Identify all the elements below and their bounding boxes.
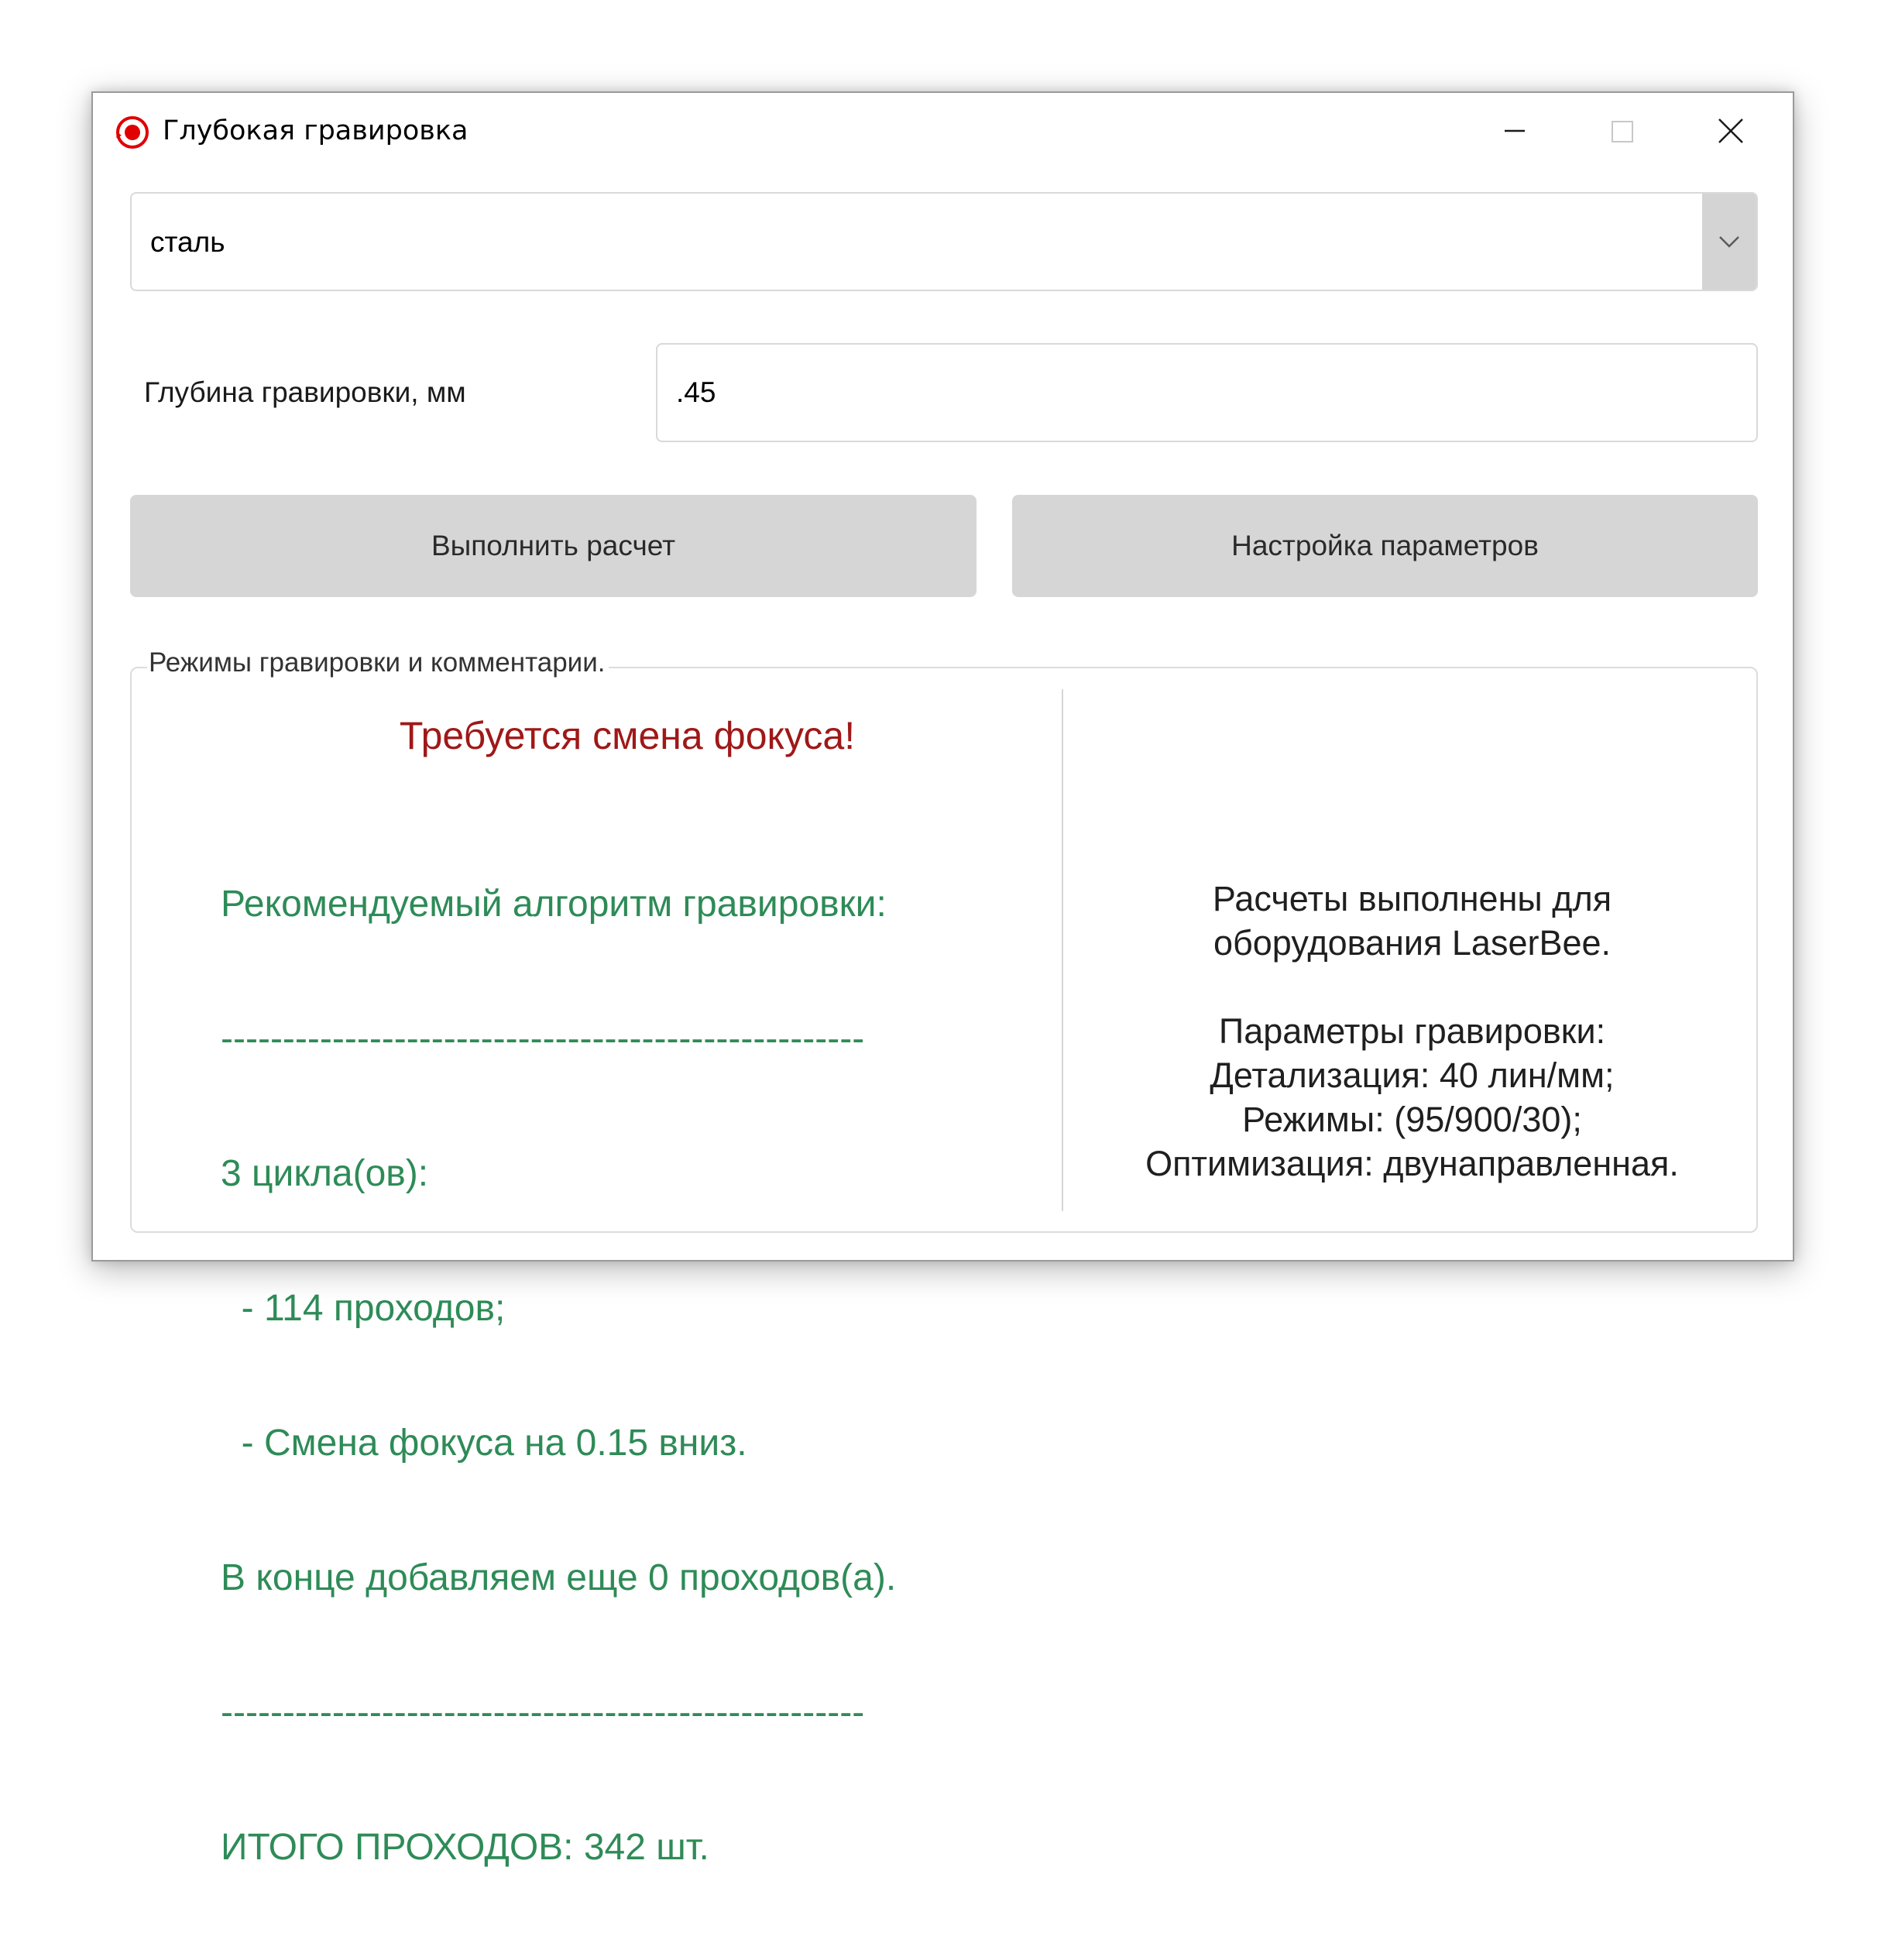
algorithm-line: - 114 проходов; — [221, 1288, 506, 1329]
info-line: Расчеты выполнены для — [1212, 879, 1612, 918]
info-line: оборудования LaserBee. — [1213, 923, 1612, 963]
algorithm-line: ----------------------------------------… — [221, 1018, 865, 1059]
calculate-button[interactable]: Выполнить расчет — [130, 495, 977, 597]
algorithm-text: Рекомендуемый алгоритм гравировки: -----… — [221, 792, 1042, 1960]
close-icon — [1718, 118, 1743, 143]
focus-warning: Требуется смена фокуса! — [399, 714, 856, 757]
algorithm-line: 3 цикла(ов): — [221, 1153, 429, 1194]
chevron-down-icon — [1719, 236, 1739, 248]
minimize-button[interactable] — [1460, 93, 1568, 167]
algorithm-line: Рекомендуемый алгоритм гравировки: — [221, 884, 887, 925]
algorithm-line: ----------------------------------------… — [221, 1692, 865, 1733]
algorithm-line: - Смена фокуса на 0.15 вниз. — [221, 1423, 747, 1464]
algorithm-line: В конце добавляем еще 0 проходов(а). — [221, 1557, 897, 1598]
material-select-value: сталь — [150, 226, 225, 258]
minimize-icon — [1505, 129, 1525, 132]
info-line: Оптимизация: двунаправленная. — [1145, 1144, 1679, 1183]
maximize-icon — [1612, 121, 1633, 142]
results-divider — [1062, 689, 1063, 1211]
record-icon — [115, 115, 150, 150]
close-button[interactable] — [1677, 93, 1785, 167]
settings-button[interactable]: Настройка параметров — [1012, 495, 1758, 597]
material-select[interactable]: сталь — [130, 192, 1758, 291]
window-title: Глубокая гравировка — [163, 115, 469, 146]
depth-label: Глубина гравировки, мм — [144, 376, 466, 408]
algorithm-line: ИТОГО ПРОХОДОВ: 342 шт. — [221, 1827, 709, 1868]
app-window: Глубокая гравировка сталь Глубина гравир… — [91, 91, 1794, 1868]
maximize-button[interactable] — [1568, 93, 1677, 167]
info-line — [1066, 965, 1758, 1009]
info-line: Детализация: 40 лин/мм; — [1210, 1056, 1615, 1095]
info-line: Режимы: (95/900/30); — [1242, 1100, 1582, 1139]
depth-input[interactable] — [656, 343, 1758, 442]
title-bar[interactable]: Глубокая гравировка — [93, 93, 1793, 167]
info-line: Параметры гравировки: — [1218, 1011, 1606, 1051]
results-group-title: Режимы гравировки и комментарии. — [147, 646, 609, 680]
equipment-info: Расчеты выполнены для оборудования Laser… — [1066, 877, 1758, 1186]
dropdown-toggle[interactable] — [1702, 194, 1756, 290]
